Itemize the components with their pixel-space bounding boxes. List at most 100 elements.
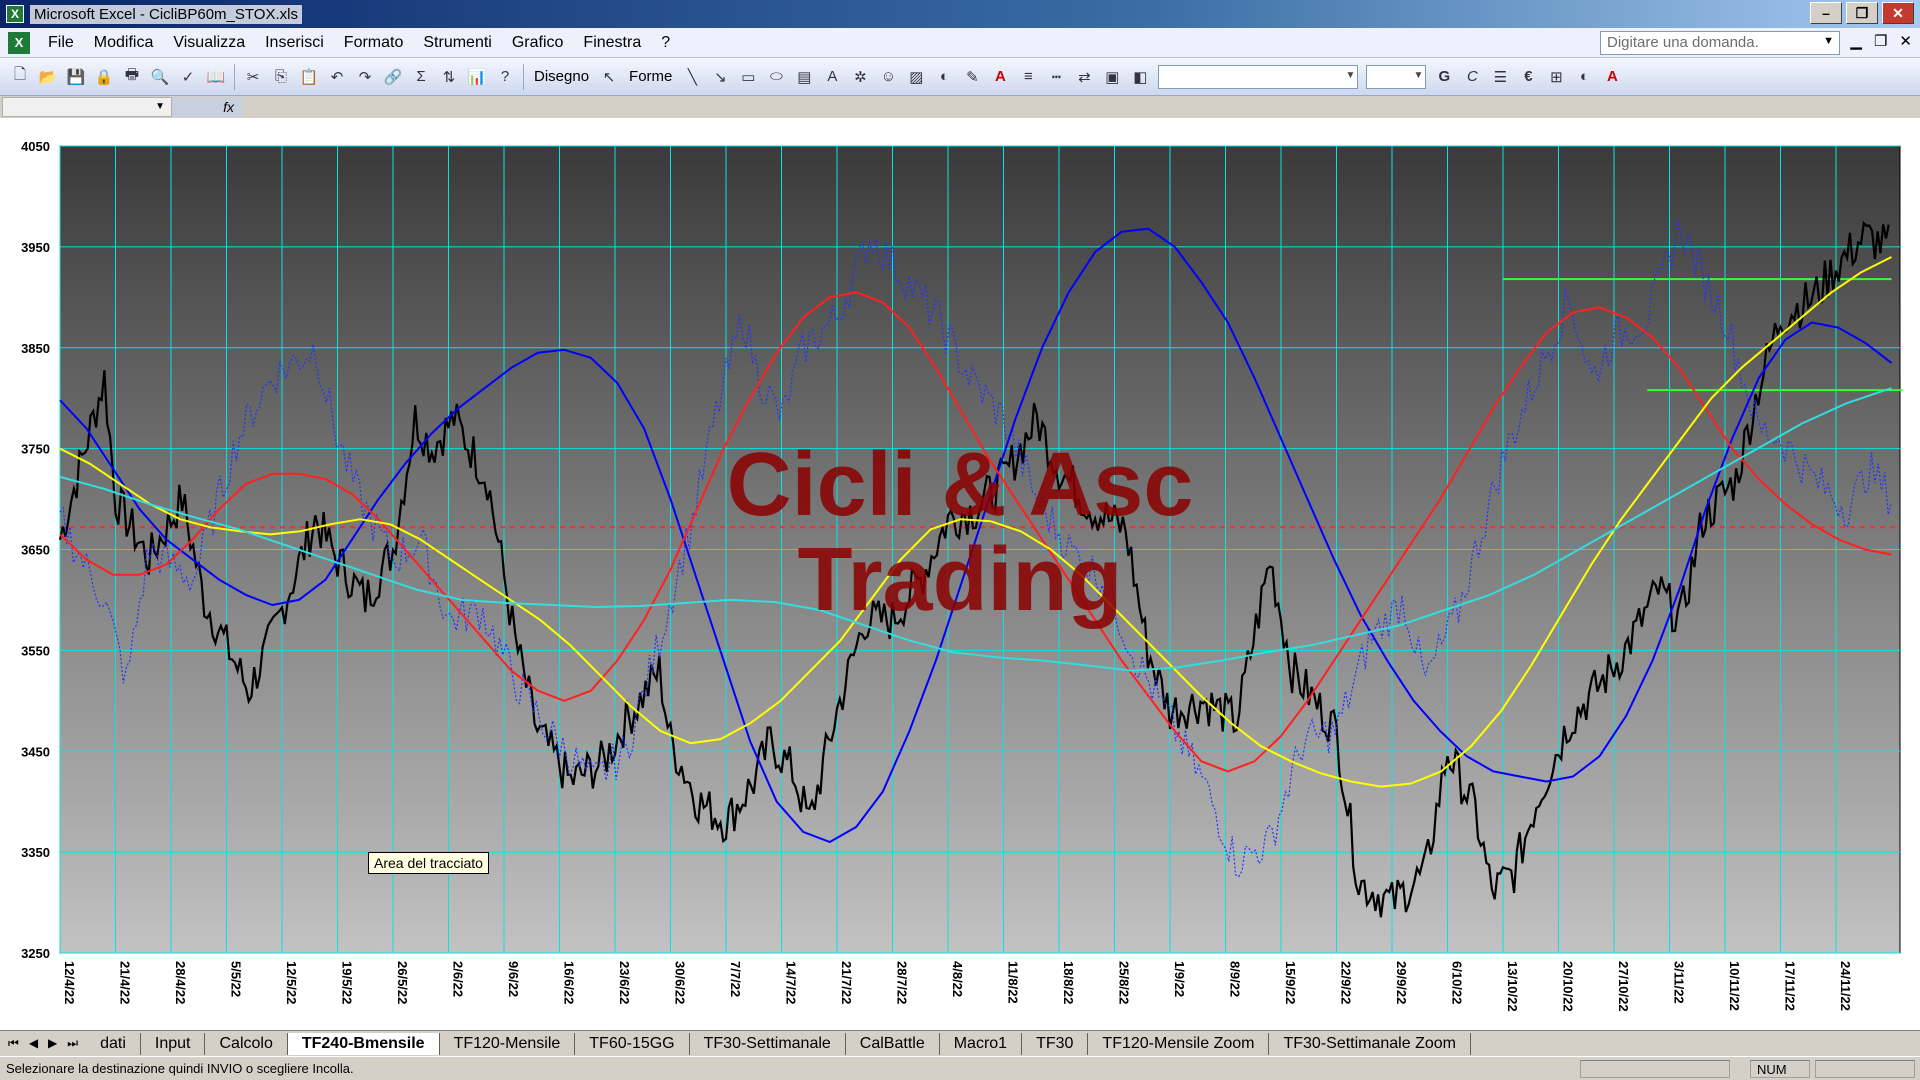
rectangle-icon[interactable]: ▭ [735, 64, 761, 90]
sheet-tab-tf120-mensile-zoom[interactable]: TF120-Mensile Zoom [1088, 1032, 1270, 1055]
textbox-icon[interactable]: ▤ [791, 64, 817, 90]
help-question-input[interactable]: Digitare una domanda. ▼ [1600, 31, 1840, 55]
menu-help[interactable]: ? [651, 34, 680, 52]
chart-wizard-icon[interactable]: 📊 [464, 64, 490, 90]
sheet-tab-calbattle[interactable]: CalBattle [845, 1032, 940, 1055]
text-color-icon[interactable]: A [1599, 64, 1625, 90]
disegno-menu[interactable]: Disegno [528, 68, 595, 85]
menu-grafico[interactable]: Grafico [502, 34, 574, 52]
line-icon[interactable]: ╲ [679, 64, 705, 90]
arrow-icon[interactable]: ↘ [707, 64, 733, 90]
borders-icon[interactable]: ⊞ [1543, 64, 1569, 90]
sheet-tab-tf120-mensile[interactable]: TF120-Mensile [439, 1032, 576, 1055]
x-tick-label: 15/9/22 [1283, 961, 1298, 1004]
sheet-tab-tf30-settimanale[interactable]: TF30-Settimanale [689, 1032, 846, 1055]
sort-icon[interactable]: ⇅ [436, 64, 462, 90]
minimize-button[interactable]: – [1810, 2, 1842, 24]
workbook-icon[interactable]: X [8, 31, 30, 54]
x-tick-label: 29/9/22 [1394, 961, 1409, 1004]
new-icon[interactable]: 🗋 [7, 64, 33, 90]
3d-icon[interactable]: ◧ [1127, 64, 1153, 90]
copy-icon[interactable]: ⎘ [268, 64, 294, 90]
size-dropdown-icon[interactable]: ▼ [1413, 70, 1423, 81]
name-box[interactable]: ▼ [2, 97, 172, 117]
sheet-tab-calcolo[interactable]: Calcolo [205, 1032, 288, 1055]
first-sheet-icon[interactable]: ⏮ [8, 1036, 19, 1051]
chart-area[interactable]: 4050 3950 3850 3750 3650 3550 3450 3350 3250 12/… [0, 118, 1920, 1030]
spelling-icon[interactable]: ✓ [175, 64, 201, 90]
picture-icon[interactable]: ▨ [903, 64, 929, 90]
wordart-icon[interactable]: A [819, 64, 845, 90]
menu-file[interactable]: File [38, 34, 84, 52]
oval-icon[interactable]: ⬭ [763, 64, 789, 90]
line-style-icon[interactable]: ≡ [1015, 64, 1041, 90]
sheet-tab-tf30[interactable]: TF30 [1022, 1032, 1089, 1055]
doc-restore-icon[interactable]: ❐ [1874, 32, 1887, 50]
sheet-tab-input[interactable]: Input [140, 1032, 206, 1055]
sheet-tab-dati[interactable]: dati [86, 1032, 141, 1055]
insert-function-button[interactable]: fx [172, 97, 242, 117]
diagram-icon[interactable]: ✲ [847, 64, 873, 90]
dash-style-icon[interactable]: ┅ [1043, 64, 1069, 90]
sum-icon[interactable]: Σ [408, 64, 434, 90]
menu-finestra[interactable]: Finestra [573, 34, 651, 52]
menu-strumenti[interactable]: Strumenti [413, 34, 501, 52]
font-size-combo[interactable]: ▼ [1366, 64, 1427, 89]
namebox-dropdown-icon[interactable]: ▼ [155, 101, 165, 112]
sheet-tab-tf60-15gg[interactable]: TF60-15GG [575, 1032, 690, 1055]
line-color-icon[interactable]: ✎ [959, 64, 985, 90]
status-bar: Selezionare la destinazione quindi INVIO… [0, 1056, 1920, 1080]
shadow-icon[interactable]: ▣ [1099, 64, 1125, 90]
font-name-combo[interactable]: ▼ [1158, 64, 1359, 89]
arrow-style-icon[interactable]: ⇄ [1071, 64, 1097, 90]
y-tick-label: 3650 [21, 543, 50, 558]
menu-inserisci[interactable]: Inserisci [255, 34, 334, 52]
redo-icon[interactable]: ↷ [352, 64, 378, 90]
research-icon[interactable]: 📖 [203, 64, 229, 90]
currency-button[interactable]: € [1515, 64, 1541, 90]
sheet-tab-bar: ⏮ ◀ ▶ ⏭ dati Input Calcolo TF240-Bmensil… [0, 1030, 1920, 1056]
doc-close-icon[interactable]: ✕ [1899, 32, 1912, 50]
sheet-tab-macro1[interactable]: Macro1 [939, 1032, 1023, 1055]
save-icon[interactable]: 💾 [63, 64, 89, 90]
cut-icon[interactable]: ✂ [240, 64, 266, 90]
italic-button[interactable]: C [1459, 64, 1485, 90]
x-tick-label: 22/9/22 [1339, 961, 1354, 1004]
y-tick-label: 3250 [21, 946, 50, 961]
x-tick-label: 12/5/22 [284, 961, 299, 1004]
help-icon[interactable]: ? [492, 64, 518, 90]
font-color-icon[interactable]: A [987, 64, 1013, 90]
sheet-tab-tf240-bmensile[interactable]: TF240-Bmensile [287, 1032, 440, 1055]
align-icon[interactable]: ☰ [1487, 64, 1513, 90]
open-icon[interactable]: 📂 [35, 64, 61, 90]
next-sheet-icon[interactable]: ▶ [48, 1036, 57, 1051]
permission-icon[interactable]: 🔒 [91, 64, 117, 90]
clipart-icon[interactable]: ☺ [875, 64, 901, 90]
paste-icon[interactable]: 📋 [296, 64, 322, 90]
cell-fill-icon[interactable]: ◐ [1571, 64, 1597, 90]
print-preview-icon[interactable]: 🔍 [147, 64, 173, 90]
prev-sheet-icon[interactable]: ◀ [29, 1036, 38, 1051]
font-dropdown-icon[interactable]: ▼ [1345, 70, 1355, 81]
bold-button[interactable]: G [1431, 64, 1457, 90]
close-button[interactable]: ✕ [1882, 2, 1914, 24]
y-axis: 4050 3950 3850 3750 3650 3550 3450 3350 3250 [21, 139, 50, 961]
doc-minimize-icon[interactable]: ▁ [1850, 32, 1862, 50]
x-tick-label: 28/7/22 [895, 961, 910, 1004]
hyperlink-icon[interactable]: 🔗 [380, 64, 406, 90]
help-dropdown-icon[interactable]: ▼ [1823, 35, 1834, 47]
select-objects-icon[interactable]: ↖ [596, 64, 622, 90]
last-sheet-icon[interactable]: ⏭ [67, 1036, 78, 1051]
menu-modifica[interactable]: Modifica [84, 34, 164, 52]
watermark-line-2: Trading [797, 530, 1123, 630]
maximize-button[interactable]: ❐ [1846, 2, 1878, 24]
print-icon[interactable]: 🖶 [119, 64, 145, 90]
menu-visualizza[interactable]: Visualizza [163, 34, 255, 52]
sheet-tab-tf30-settimanale-zoom[interactable]: TF30-Settimanale Zoom [1269, 1032, 1471, 1055]
undo-icon[interactable]: ↶ [324, 64, 350, 90]
menu-formato[interactable]: Formato [334, 34, 414, 52]
y-tick-label: 3750 [21, 442, 50, 457]
forme-menu[interactable]: Forme [623, 68, 678, 85]
x-tick-label: 7/7/22 [728, 961, 743, 997]
fill-color-icon[interactable]: ◐ [931, 64, 957, 90]
